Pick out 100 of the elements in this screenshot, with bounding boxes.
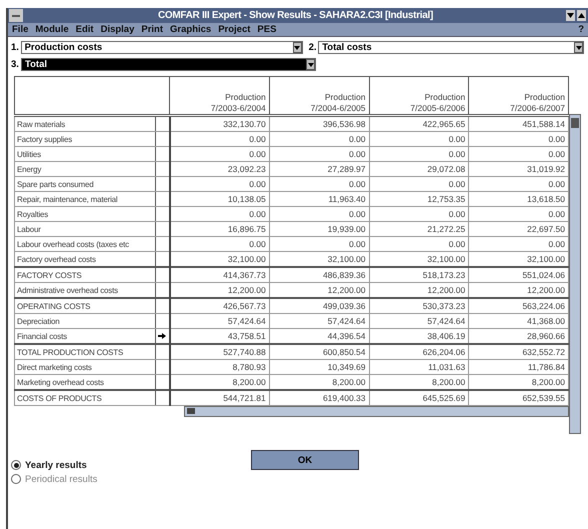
selector-number: 2. bbox=[308, 42, 318, 53]
table-cell: 29,072.08 bbox=[369, 162, 469, 176]
row-label: Spare parts consumed bbox=[14, 176, 156, 192]
table-cell: 626,204.06 bbox=[369, 344, 469, 360]
dropdown[interactable]: Production costs bbox=[20, 41, 303, 54]
table-cell: 57,424.64 bbox=[269, 314, 369, 328]
table-cell: 0.00 bbox=[468, 236, 568, 252]
row-label: Utilities bbox=[14, 146, 156, 162]
menu-item[interactable]: PES bbox=[257, 24, 276, 35]
table-cell: 10,349.69 bbox=[269, 360, 369, 374]
table-cell: 0.00 bbox=[170, 132, 270, 146]
table-cell: 426,567.73 bbox=[170, 298, 270, 314]
row-label: OPERATING COSTS bbox=[14, 298, 156, 314]
row-label: Administrative overhead costs bbox=[14, 282, 156, 298]
menu-item[interactable]: Project bbox=[218, 24, 250, 35]
table-cell: 422,965.65 bbox=[369, 116, 469, 132]
vertical-scrollbar[interactable] bbox=[569, 114, 581, 434]
row-label: Depreciation bbox=[14, 314, 156, 328]
radio-button[interactable] bbox=[11, 460, 21, 470]
dropdown[interactable]: Total costs bbox=[318, 41, 584, 54]
table-cell: 0.00 bbox=[369, 206, 469, 222]
row-label: Repair, maintenance, material bbox=[14, 192, 156, 206]
row-label: Raw materials bbox=[14, 116, 156, 132]
table-cell: 0.00 bbox=[170, 176, 270, 192]
row-label: Royalties bbox=[14, 206, 156, 222]
table-cell: 57,424.64 bbox=[170, 314, 270, 328]
row-label: Marketing overhead costs bbox=[14, 374, 156, 390]
table-cell: 0.00 bbox=[468, 146, 568, 162]
table-cell: 11,031.63 bbox=[369, 360, 469, 374]
table-cell: 527,740.88 bbox=[170, 344, 270, 360]
scrollbar-thumb[interactable] bbox=[187, 408, 195, 414]
ok-button[interactable]: OK bbox=[251, 450, 359, 470]
column-header: Production 7/2006-6/2007 bbox=[468, 76, 568, 116]
table-cell: 0.00 bbox=[170, 206, 270, 222]
table-cell: 10,138.05 bbox=[170, 192, 270, 206]
window-title: COMFAR III Expert - Show Results - SAHARA2.C3I [Industrial] bbox=[156, 10, 434, 21]
table-cell: 396,536.98 bbox=[269, 116, 369, 132]
dropdown[interactable]: Total bbox=[21, 58, 316, 71]
table-cell: 0.00 bbox=[170, 146, 270, 162]
row-label: COSTS OF PRODUCTS bbox=[14, 390, 156, 406]
column-header: Production 7/2005-6/2006 bbox=[369, 76, 469, 116]
minimize-button[interactable] bbox=[566, 10, 575, 21]
table-cell: 19,939.00 bbox=[269, 222, 369, 236]
row-label: Labour bbox=[14, 222, 156, 236]
selector-number: 3. bbox=[11, 59, 20, 70]
table-cell: 12,753.35 bbox=[369, 192, 469, 206]
table-cell: 499,039.36 bbox=[269, 298, 369, 314]
help-menu-item[interactable]: ? bbox=[578, 24, 584, 35]
scrollbar-thumb[interactable] bbox=[571, 118, 579, 128]
horizontal-scrollbar[interactable] bbox=[184, 406, 569, 417]
table-cell: 0.00 bbox=[269, 146, 369, 162]
column-header: Production 7/2003-6/2004 bbox=[170, 76, 270, 116]
row-label: TOTAL PRODUCTION COSTS bbox=[14, 344, 156, 360]
radio-option[interactable]: Yearly results bbox=[11, 458, 251, 472]
table-cell: 332,130.70 bbox=[170, 116, 270, 132]
column-header: Production 7/2004-6/2005 bbox=[269, 76, 369, 116]
row-label: Factory overhead costs bbox=[14, 252, 156, 267]
table-cell: 41,368.00 bbox=[468, 314, 568, 328]
table-cell: 21,272.25 bbox=[369, 222, 469, 236]
row-label: FACTORY COSTS bbox=[14, 267, 156, 282]
table-cell: 551,024.06 bbox=[468, 267, 568, 282]
row-label: Energy bbox=[14, 162, 156, 176]
table-cell: 0.00 bbox=[369, 236, 469, 252]
table-cell: 451,588.14 bbox=[468, 116, 568, 132]
selector-number: 1. bbox=[11, 42, 20, 53]
table-cell: 530,373.23 bbox=[369, 298, 469, 314]
table-cell: 27,289.97 bbox=[269, 162, 369, 176]
table-cell: 414,367.73 bbox=[170, 267, 270, 282]
table-cell: 518,173.23 bbox=[369, 267, 469, 282]
table-cell: 57,424.64 bbox=[369, 314, 469, 328]
row-label: Labour overhead costs (taxes etc bbox=[14, 236, 156, 252]
table-cell: 0.00 bbox=[468, 206, 568, 222]
table-cell: 0.00 bbox=[369, 146, 469, 162]
table-cell: 0.00 bbox=[269, 176, 369, 192]
table-cell: 8,780.93 bbox=[170, 360, 270, 374]
table-cell: 0.00 bbox=[369, 176, 469, 192]
menu-item[interactable]: Print bbox=[141, 24, 164, 35]
table-cell: 0.00 bbox=[468, 176, 568, 192]
table-cell: 31,019.92 bbox=[468, 162, 568, 176]
menu-item[interactable]: File bbox=[12, 24, 28, 35]
table-cell: 600,850.54 bbox=[269, 344, 369, 360]
table-cell: 486,839.36 bbox=[269, 267, 369, 282]
menu-item[interactable]: Graphics bbox=[170, 24, 212, 35]
system-menu-button[interactable] bbox=[9, 9, 23, 22]
radio-option[interactable]: Periodical results bbox=[11, 472, 251, 486]
row-label: Factory supplies bbox=[14, 132, 156, 146]
table-cell: 22,697.50 bbox=[468, 222, 568, 236]
menu-item[interactable]: Edit bbox=[76, 24, 94, 35]
maximize-button[interactable] bbox=[577, 10, 586, 21]
menu-item[interactable]: Display bbox=[100, 24, 134, 35]
table-cell: 11,786.84 bbox=[468, 360, 568, 374]
table-cell: 13,618.50 bbox=[468, 192, 568, 206]
menu-item[interactable]: Module bbox=[35, 24, 69, 35]
table-cell: 0.00 bbox=[369, 132, 469, 146]
row-label: Direct marketing costs bbox=[14, 360, 156, 374]
arrow-icon bbox=[158, 333, 166, 339]
table-cell: 0.00 bbox=[269, 236, 369, 252]
radio-button[interactable] bbox=[11, 474, 21, 484]
table-cell: 0.00 bbox=[468, 132, 568, 146]
table-cell: 0.00 bbox=[170, 236, 270, 252]
